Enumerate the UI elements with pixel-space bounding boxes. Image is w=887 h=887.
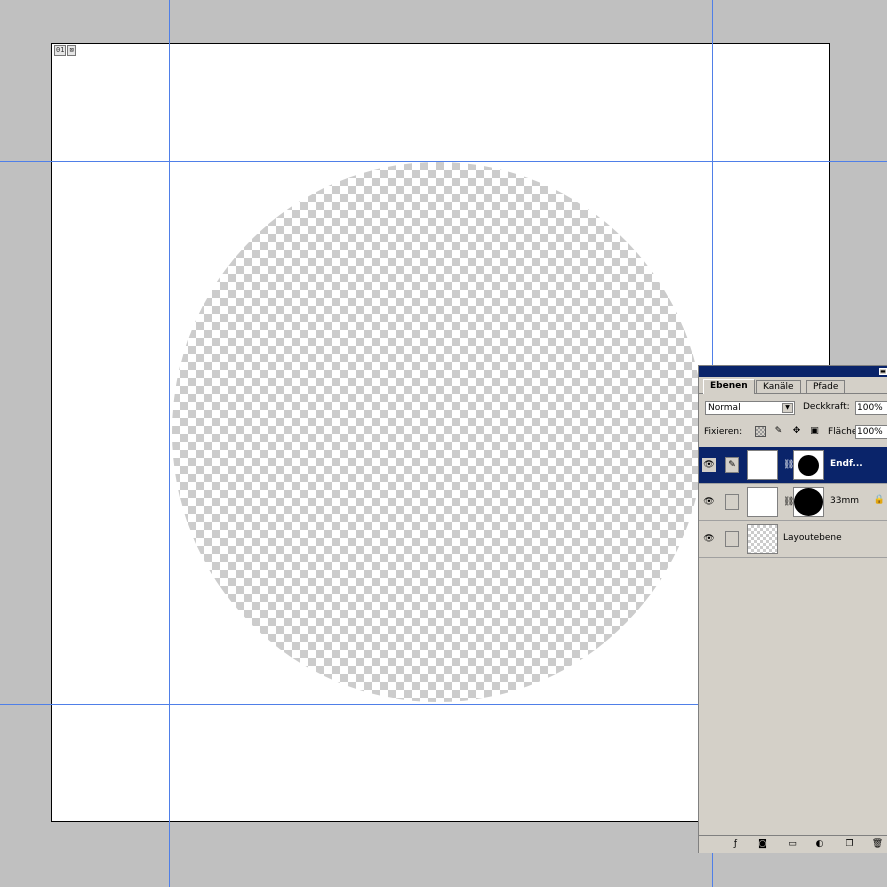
opacity-input[interactable]: 100% <box>855 401 887 415</box>
lock-row: Fixieren: ✎ ✥ ▣ Fläche 100% <box>704 425 887 441</box>
lock-icon: 🔒 <box>873 495 885 505</box>
layer-row[interactable]: 👁 Layoutebene <box>699 521 887 558</box>
fill-input[interactable]: 100% <box>855 425 887 439</box>
tab-pfade[interactable]: Pfade <box>806 380 846 393</box>
lock-transparency-icon[interactable] <box>755 426 766 437</box>
add-mask-icon[interactable]: ◙ <box>756 838 769 851</box>
adjustment-layer-icon[interactable]: ◐ <box>813 838 826 851</box>
transparent-circle-selection <box>172 162 704 702</box>
link-box-icon[interactable] <box>725 494 739 510</box>
panel-bottom-toolbar: ƒ ◙ ▭ ◐ ❐ 🗑 <box>699 835 887 853</box>
layer-name: 33mm <box>830 496 859 506</box>
chevron-down-icon[interactable]: ▼ <box>782 403 793 413</box>
document-badge: 01 ⊠ <box>54 45 76 56</box>
eye-icon[interactable]: 👁 <box>702 458 716 472</box>
brush-icon[interactable]: ✎ <box>725 457 739 473</box>
panel-minimize-icon[interactable]: ▬ <box>879 368 887 375</box>
guide-horizontal-top[interactable] <box>0 161 887 162</box>
lock-paint-brush-icon[interactable]: ✎ <box>773 426 784 437</box>
layer-row[interactable]: 👁 ⛓ 33mm 🔒 <box>699 484 887 521</box>
layer-name: Layoutebene <box>783 533 842 543</box>
lock-move-icon[interactable]: ✥ <box>791 426 802 437</box>
link-box-icon[interactable] <box>725 531 739 547</box>
eye-icon[interactable]: 👁 <box>702 532 716 546</box>
layer-name: Endf... <box>830 459 863 469</box>
new-layer-icon[interactable]: ❐ <box>843 838 856 851</box>
doc-badge-icon: ⊠ <box>67 45 76 56</box>
lock-all-icon[interactable]: ▣ <box>809 426 820 437</box>
link-chain-icon[interactable]: ⛓ <box>783 496 794 508</box>
layer-thumbnail[interactable] <box>747 524 778 554</box>
blend-mode-select[interactable]: Normal ▼ <box>705 401 795 415</box>
link-chain-icon[interactable]: ⛓ <box>783 459 794 471</box>
layers-panel: ▬ Ebenen Kanäle Pfade Normal ▼ Deckkraft… <box>698 365 887 853</box>
lock-label: Fixieren: <box>704 427 743 437</box>
fill-label: Fläche <box>828 427 858 437</box>
opacity-label: Deckkraft: <box>803 402 850 412</box>
blend-mode-value: Normal <box>708 403 741 413</box>
layer-style-icon[interactable]: ƒ <box>729 838 742 851</box>
layer-thumbnail[interactable] <box>747 487 778 517</box>
layer-mask-thumbnail[interactable] <box>793 487 824 517</box>
doc-badge-number: 01 <box>54 45 67 56</box>
layer-thumbnail[interactable] <box>747 450 778 480</box>
trash-icon[interactable]: 🗑 <box>871 838 884 851</box>
panel-tabs: Ebenen Kanäle Pfade <box>699 377 887 394</box>
guide-vertical-left[interactable] <box>169 0 170 887</box>
new-folder-icon[interactable]: ▭ <box>786 838 799 851</box>
layer-row[interactable]: 👁 ✎ ⛓ Endf... <box>699 447 887 484</box>
eye-icon[interactable]: 👁 <box>702 495 716 509</box>
panel-titlebar[interactable]: ▬ <box>699 366 887 377</box>
tab-ebenen[interactable]: Ebenen <box>703 379 755 394</box>
layers-list: 👁 ✎ ⛓ Endf... 👁 ⛓ 33mm 🔒 👁 Layoutebene <box>699 447 887 559</box>
blend-row: Normal ▼ Deckkraft: 100% <box>705 401 887 417</box>
tab-kanaele[interactable]: Kanäle <box>756 380 801 393</box>
layer-mask-thumbnail[interactable] <box>793 450 824 480</box>
